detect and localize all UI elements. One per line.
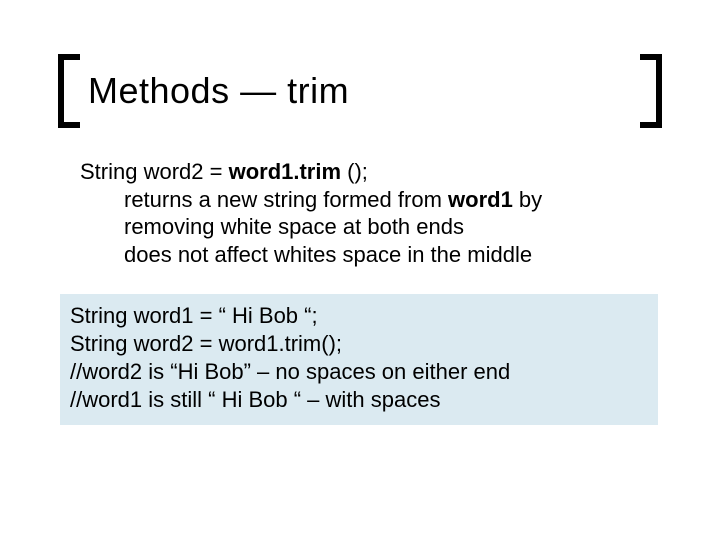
slide-body: String word2 = word1.trim (); returns a … xyxy=(80,158,640,268)
body-line-3: removing white space at both ends xyxy=(124,213,640,241)
body-line-4: does not affect whites space in the midd… xyxy=(124,241,640,269)
code-line-3: //word2 is “Hi Bob” – no spaces on eithe… xyxy=(70,358,648,386)
body-line-2-bold: word1 xyxy=(448,187,513,212)
slide-title: Methods — trim xyxy=(88,70,349,112)
body-line-2-pre: returns a new string formed from xyxy=(124,187,448,212)
body-line-1: String word2 = word1.trim (); xyxy=(80,158,640,186)
right-bracket-icon xyxy=(640,54,662,128)
left-bracket-icon xyxy=(58,54,80,128)
body-line-1-pre: String word2 = xyxy=(80,159,229,184)
body-line-2-post: by xyxy=(513,187,542,212)
body-line-1-post: (); xyxy=(341,159,368,184)
code-line-1: String word1 = “ Hi Bob “; xyxy=(70,302,648,330)
slide-title-container: Methods — trim xyxy=(58,54,662,128)
slide: Methods — trim String word2 = word1.trim… xyxy=(0,0,720,540)
code-line-2: String word2 = word1.trim(); xyxy=(70,330,648,358)
body-line-2: returns a new string formed from word1 b… xyxy=(124,186,640,214)
code-example: String word1 = “ Hi Bob “; String word2 … xyxy=(60,294,658,425)
code-line-4: //word1 is still “ Hi Bob “ – with space… xyxy=(70,386,648,414)
body-line-1-bold: word1.trim xyxy=(229,159,341,184)
